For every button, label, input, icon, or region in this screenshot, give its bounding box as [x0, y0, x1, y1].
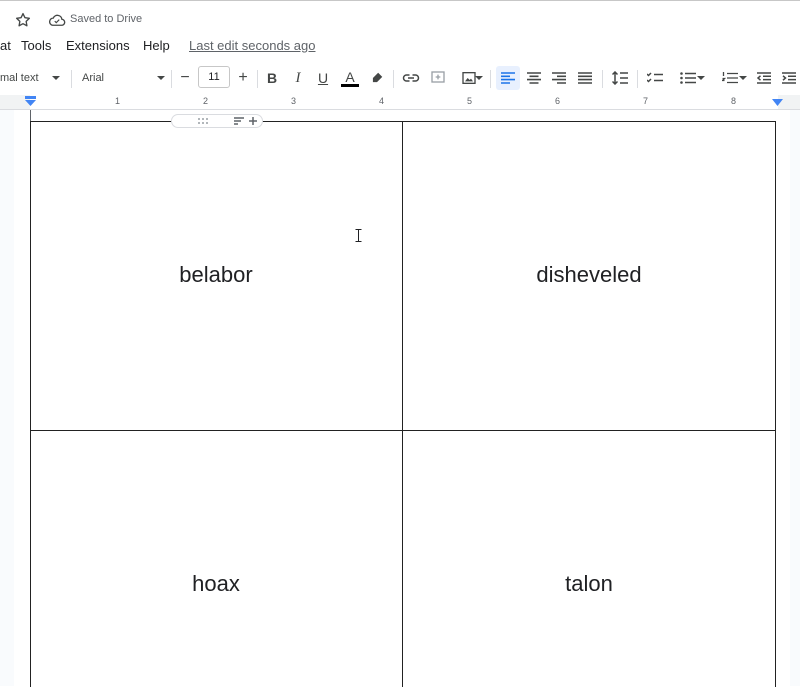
- link-icon: [402, 74, 420, 82]
- increase-indent-button[interactable]: [779, 66, 799, 90]
- increase-font-size-button[interactable]: +: [234, 66, 252, 90]
- chevron-down-icon: [475, 76, 483, 80]
- align-center-icon: [527, 72, 541, 84]
- formatting-toolbar: mal text Arial − + B I U A: [0, 62, 800, 94]
- last-edit-link[interactable]: Last edit seconds ago: [189, 38, 315, 53]
- horizontal-ruler[interactable]: 1 2 3 4 5 6 7 8: [0, 95, 800, 110]
- decrease-indent-icon: [757, 72, 771, 84]
- chevron-down-icon: [697, 76, 705, 80]
- increase-indent-icon: [782, 72, 796, 84]
- ruler-content-area: [30, 95, 778, 109]
- align-center-button[interactable]: [522, 66, 546, 90]
- ruler-mark: 3: [291, 96, 297, 106]
- text-cursor-icon: [355, 229, 362, 242]
- sort-icon[interactable]: [234, 117, 244, 125]
- document-title-row: Saved to Drive: [0, 1, 800, 37]
- insert-link-button[interactable]: [400, 66, 422, 90]
- align-left-button[interactable]: [496, 66, 520, 90]
- comment-plus-icon: [431, 71, 445, 83]
- ruler-mark: 8: [731, 96, 737, 106]
- decrease-indent-button[interactable]: [753, 66, 775, 90]
- star-icon[interactable]: [14, 11, 32, 29]
- decrease-font-size-button[interactable]: −: [176, 66, 194, 90]
- ruler-mark: 4: [379, 96, 385, 106]
- highlight-button[interactable]: [367, 66, 387, 90]
- font-size-value: 11: [208, 71, 220, 83]
- checklist-button[interactable]: [643, 66, 667, 90]
- menu-format[interactable]: at: [0, 38, 11, 53]
- table-row-border[interactable]: [30, 430, 776, 431]
- table-cell-text: disheveled: [536, 262, 642, 287]
- highlighter-icon: [372, 72, 383, 83]
- menu-tools[interactable]: Tools: [21, 38, 51, 53]
- align-right-button[interactable]: [547, 66, 571, 90]
- ruler-mark: 1: [115, 96, 121, 106]
- bulleted-list-icon: [680, 72, 696, 84]
- line-spacing-button[interactable]: [608, 66, 632, 90]
- add-comment-button[interactable]: [427, 66, 449, 90]
- bold-icon: B: [266, 70, 278, 86]
- right-indent-marker-icon[interactable]: [772, 99, 783, 107]
- table-toolbar-handle[interactable]: [171, 114, 263, 128]
- font-size-input[interactable]: 11: [198, 66, 230, 88]
- toolbar-divider: [393, 70, 394, 88]
- text-color-button[interactable]: A: [339, 66, 361, 90]
- underline-icon: U: [317, 70, 329, 86]
- cloud-saved-icon[interactable]: [48, 13, 66, 27]
- align-left-icon: [501, 72, 515, 84]
- toolbar-divider: [602, 70, 603, 88]
- plus-icon: +: [238, 69, 248, 86]
- italic-icon: I: [295, 69, 301, 86]
- menu-bar: at Tools Extensions Help Last edit secon…: [0, 36, 800, 58]
- add-column-icon[interactable]: [249, 117, 257, 125]
- chevron-down-icon: [157, 76, 165, 80]
- underline-button[interactable]: U: [313, 66, 333, 90]
- table-cell-text: talon: [565, 571, 613, 596]
- toolbar-divider: [171, 70, 172, 88]
- toolbar-divider: [71, 70, 72, 88]
- toolbar-divider: [257, 70, 258, 88]
- checklist-icon: [647, 72, 663, 83]
- justify-icon: [578, 72, 592, 84]
- ruler-mark: 6: [555, 96, 561, 106]
- ruler-mark: 7: [643, 96, 649, 106]
- numbered-list-icon: [722, 72, 738, 84]
- chevron-down-icon: [739, 76, 747, 80]
- table-cell-text: hoax: [192, 571, 240, 596]
- text-color-icon: A: [345, 68, 355, 85]
- bold-button[interactable]: B: [262, 66, 282, 90]
- menu-extensions[interactable]: Extensions: [66, 38, 130, 53]
- paragraph-style-value: mal text: [0, 72, 39, 84]
- font-family-value: Arial: [82, 72, 105, 84]
- minus-icon: −: [180, 69, 190, 86]
- table-column-border[interactable]: [402, 121, 403, 687]
- line-spacing-icon: [612, 71, 628, 85]
- align-right-icon: [552, 72, 566, 84]
- saved-status: Saved to Drive: [70, 13, 143, 25]
- italic-button[interactable]: I: [288, 66, 308, 90]
- flashcard-table[interactable]: [30, 121, 776, 687]
- table-cell-text: belabor: [179, 262, 253, 287]
- ruler-mark: 2: [203, 96, 209, 106]
- toolbar-divider: [490, 70, 491, 88]
- toolbar-divider: [637, 70, 638, 88]
- margin-corner-marker: [30, 110, 31, 121]
- left-indent-marker-icon[interactable]: [25, 96, 36, 107]
- text-color-swatch: [341, 83, 359, 87]
- chevron-down-icon: [52, 76, 60, 80]
- menu-help[interactable]: Help: [143, 38, 170, 53]
- font-family-dropdown[interactable]: Arial: [82, 66, 168, 90]
- ruler-mark: 5: [467, 96, 473, 106]
- justify-button[interactable]: [573, 66, 597, 90]
- drag-handle-icon[interactable]: [197, 117, 209, 125]
